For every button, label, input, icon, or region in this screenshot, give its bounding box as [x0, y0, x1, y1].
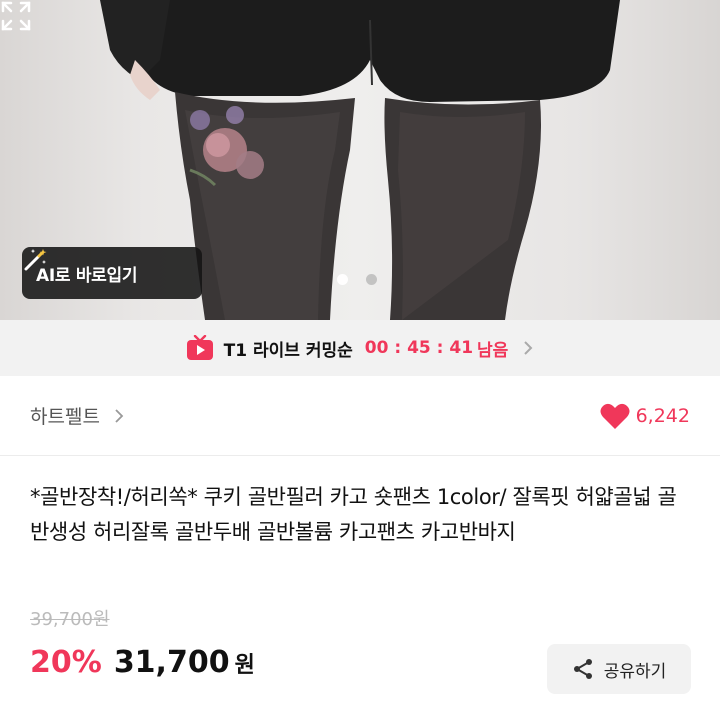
original-price: 39,700원	[30, 609, 110, 630]
ai-try-on-label: AI로 바로입기	[36, 265, 138, 286]
ai-try-on-button[interactable]: AI로 바로입기	[22, 247, 202, 299]
heart-icon	[600, 403, 630, 429]
carousel-dot[interactable]	[366, 274, 377, 285]
live-countdown-banner[interactable]: T1 라이브 커밍순 00 : 45 : 41 남음	[0, 320, 720, 376]
product-title: *골반장착!/허리쏙* 쿠키 골반필러 카고 숏팬츠 1color/ 잘록핏 허…	[30, 485, 677, 544]
share-label: 공유하기	[603, 661, 667, 682]
live-timer: 00 : 45 : 41	[364, 338, 474, 358]
chevron-right-icon[interactable]	[114, 408, 124, 423]
chevron-right-icon	[524, 341, 533, 355]
discount-rate: 20%	[30, 645, 102, 680]
share-button[interactable]: 공유하기	[547, 644, 691, 694]
currency-unit: 원	[234, 653, 255, 678]
seller-name-link[interactable]: 하트펠트	[30, 402, 100, 429]
product-image[interactable]: AI로 바로입기	[0, 0, 720, 320]
like-button[interactable]: 6,242	[600, 402, 690, 430]
live-remaining-label: 남음	[477, 340, 509, 361]
carousel-indicator	[337, 274, 377, 285]
magic-wand-icon	[24, 249, 47, 271]
expand-icon[interactable]	[0, 0, 32, 32]
sale-price: 31,700	[113, 645, 230, 680]
like-count: 6,242	[635, 404, 690, 427]
seller-row: 하트펠트 6,242	[0, 376, 720, 456]
share-icon	[573, 659, 592, 679]
carousel-dot-active[interactable]	[337, 274, 348, 285]
live-tv-icon	[186, 335, 213, 360]
price-row: 20% 31,700 원	[30, 645, 255, 680]
live-title: T1 라이브 커밍순	[223, 340, 353, 361]
